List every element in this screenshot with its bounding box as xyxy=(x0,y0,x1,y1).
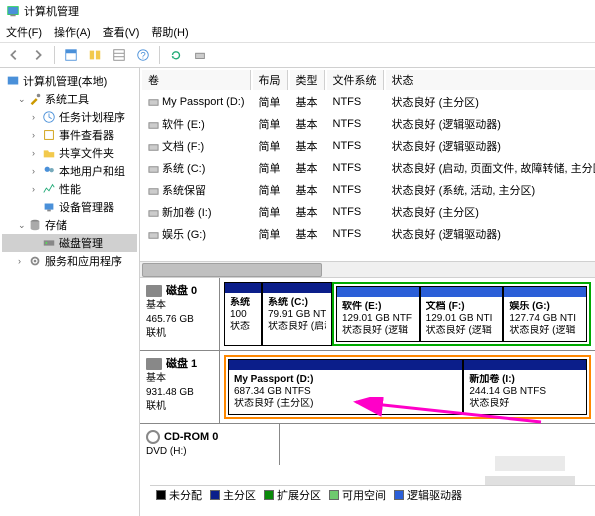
content-pane: 卷 布局 类型 文件系统 状态 容量 可 My Passport (D:)简单基… xyxy=(140,68,595,516)
partition-header-bar xyxy=(504,287,586,297)
col-volume[interactable]: 卷 xyxy=(142,70,251,90)
partition-header-bar xyxy=(229,360,462,370)
expand-icon[interactable]: › xyxy=(32,148,42,158)
extended-partition-outline: 软件 (E:) 129.01 GB NTF 状态良好 (逻辑 文档 (F:) 1… xyxy=(332,282,591,346)
table-row[interactable]: 系统 (C:)简单基本NTFS状态良好 (启动, 页面文件, 故障转储, 主分区… xyxy=(142,158,595,178)
partition-e[interactable]: 软件 (E:) 129.01 GB NTF 状态良好 (逻辑 xyxy=(336,286,420,342)
expand-icon[interactable]: › xyxy=(32,184,42,194)
expand-icon[interactable]: › xyxy=(32,130,42,140)
horizontal-scrollbar[interactable] xyxy=(140,261,595,277)
partition-d[interactable]: My Passport (D:) 687.34 GB NTFS 状态良好 (主分… xyxy=(228,359,463,415)
partition-system-reserved[interactable]: 系统 100 状态 xyxy=(224,282,262,346)
app-icon xyxy=(6,4,20,18)
col-type[interactable]: 类型 xyxy=(290,70,325,90)
tree-local-users[interactable]: ›本地用户和组 xyxy=(2,162,137,180)
tree-performance[interactable]: ›性能 xyxy=(2,180,137,198)
col-layout[interactable]: 布局 xyxy=(253,70,288,90)
legend-logical: 逻辑驱动器 xyxy=(394,487,462,503)
expand-icon[interactable]: › xyxy=(18,256,28,266)
tree-disk-management[interactable]: 磁盘管理 xyxy=(2,234,137,252)
tree-shared-folders[interactable]: ›共享文件夹 xyxy=(2,144,137,162)
tree-storage[interactable]: ⌄存储 xyxy=(2,216,137,234)
tree-device-manager[interactable]: 设备管理器 xyxy=(2,198,137,216)
partition-c[interactable]: 系统 (C:) 79.91 GB NTF 状态良好 (启动 xyxy=(262,282,332,346)
disk-1-row[interactable]: 磁盘 1 基本 931.48 GB 联机 My Passport (D:) 68… xyxy=(140,351,595,424)
table-row[interactable]: 软件 (E:)简单基本NTFS状态良好 (逻辑驱动器)129.01 GB10 xyxy=(142,114,595,134)
legend-bar: 未分配 主分区 扩展分区 可用空间 逻辑驱动器 xyxy=(150,485,595,503)
partition-header-bar xyxy=(225,283,261,293)
view-button-1[interactable] xyxy=(61,45,81,65)
back-button[interactable] xyxy=(4,45,24,65)
toolbar-separator xyxy=(159,46,160,64)
tree-root[interactable]: 计算机管理(本地) xyxy=(2,72,137,90)
collapse-icon[interactable]: ⌄ xyxy=(18,94,28,105)
table-row[interactable]: 系统保留简单基本NTFS状态良好 (系统, 活动, 主分区)100 MB65 xyxy=(142,180,595,200)
legend-primary: 主分区 xyxy=(210,487,256,503)
partition-f[interactable]: 文档 (F:) 129.01 GB NTI 状态良好 (逻辑 xyxy=(420,286,504,342)
forward-button[interactable] xyxy=(28,45,48,65)
settings-button[interactable] xyxy=(190,45,210,65)
volume-list[interactable]: 卷 布局 类型 文件系统 状态 容量 可 My Passport (D:)简单基… xyxy=(140,68,595,278)
tree-event-viewer[interactable]: ›事件查看器 xyxy=(2,126,137,144)
menu-bar: 文件(F) 操作(A) 查看(V) 帮助(H) xyxy=(0,22,595,42)
menu-view[interactable]: 查看(V) xyxy=(103,24,140,40)
partition-header-bar xyxy=(421,287,503,297)
window-title: 计算机管理 xyxy=(24,3,79,19)
disk-graphical-view[interactable]: 磁盘 0 基本 465.76 GB 联机 系统 100 状态 系统 (C:) xyxy=(140,278,595,516)
table-row[interactable]: 娱乐 (G:)简单基本NTFS状态良好 (逻辑驱动器)127.74 GB11 xyxy=(142,224,595,244)
partition-i[interactable]: 新加卷 (I:) 244.14 GB NTFS 状态良好 xyxy=(463,359,587,415)
legend-extended: 扩展分区 xyxy=(264,487,321,503)
menu-file[interactable]: 文件(F) xyxy=(6,24,42,40)
toolbar-separator xyxy=(54,46,55,64)
tree-system-tools[interactable]: ⌄系统工具 xyxy=(2,90,137,108)
title-bar: 计算机管理 xyxy=(0,0,595,22)
tree-services[interactable]: ›服务和应用程序 xyxy=(2,252,137,270)
col-filesystem[interactable]: 文件系统 xyxy=(327,70,384,90)
cd-icon xyxy=(146,430,160,444)
disk-icon xyxy=(146,285,162,297)
help-button[interactable]: ? xyxy=(133,45,153,65)
collapse-icon[interactable]: ⌄ xyxy=(18,220,28,231)
disk-1-header[interactable]: 磁盘 1 基本 931.48 GB 联机 xyxy=(140,351,220,423)
menu-action[interactable]: 操作(A) xyxy=(54,24,91,40)
partition-g[interactable]: 娱乐 (G:) 127.74 GB NTI 状态良好 (逻辑 xyxy=(503,286,587,342)
expand-icon[interactable]: › xyxy=(32,166,42,176)
partition-header-bar xyxy=(263,283,331,293)
scrollbar-thumb[interactable] xyxy=(142,263,322,277)
disk-icon xyxy=(146,358,162,370)
cdrom-header[interactable]: CD-ROM 0 DVD (H:) xyxy=(140,424,280,465)
view-button-2[interactable] xyxy=(85,45,105,65)
nav-tree[interactable]: 计算机管理(本地) ⌄系统工具 ›任务计划程序 ›事件查看器 ›共享文件夹 ›本… xyxy=(0,68,140,516)
refresh-button[interactable] xyxy=(166,45,186,65)
tree-task-scheduler[interactable]: ›任务计划程序 xyxy=(2,108,137,126)
view-button-3[interactable] xyxy=(109,45,129,65)
table-row[interactable]: 新加卷 (I:)简单基本NTFS状态良好 (主分区)244.14 GB24 xyxy=(142,202,595,222)
artifact-overlay xyxy=(475,446,595,516)
main-area: 计算机管理(本地) ⌄系统工具 ›任务计划程序 ›事件查看器 ›共享文件夹 ›本… xyxy=(0,68,595,516)
expand-icon[interactable]: › xyxy=(32,112,42,122)
col-status[interactable]: 状态 xyxy=(386,70,595,90)
highlight-outline: My Passport (D:) 687.34 GB NTFS 状态良好 (主分… xyxy=(224,355,591,419)
partition-header-bar xyxy=(464,360,586,370)
table-row[interactable]: 文档 (F:)简单基本NTFS状态良好 (逻辑驱动器)129.01 GB36 xyxy=(142,136,595,156)
partition-header-bar xyxy=(337,287,419,297)
legend-unallocated: 未分配 xyxy=(156,487,202,503)
volume-table[interactable]: 卷 布局 类型 文件系统 状态 容量 可 My Passport (D:)简单基… xyxy=(140,68,595,246)
svg-text:?: ? xyxy=(140,51,145,62)
toolbar: ? xyxy=(0,42,595,68)
disk-0-header[interactable]: 磁盘 0 基本 465.76 GB 联机 xyxy=(140,278,220,350)
disk-0-row[interactable]: 磁盘 0 基本 465.76 GB 联机 系统 100 状态 系统 (C:) xyxy=(140,278,595,351)
table-row[interactable]: My Passport (D:)简单基本NTFS状态良好 (主分区)687.34… xyxy=(142,92,595,112)
legend-free: 可用空间 xyxy=(329,487,386,503)
menu-help[interactable]: 帮助(H) xyxy=(151,24,188,40)
